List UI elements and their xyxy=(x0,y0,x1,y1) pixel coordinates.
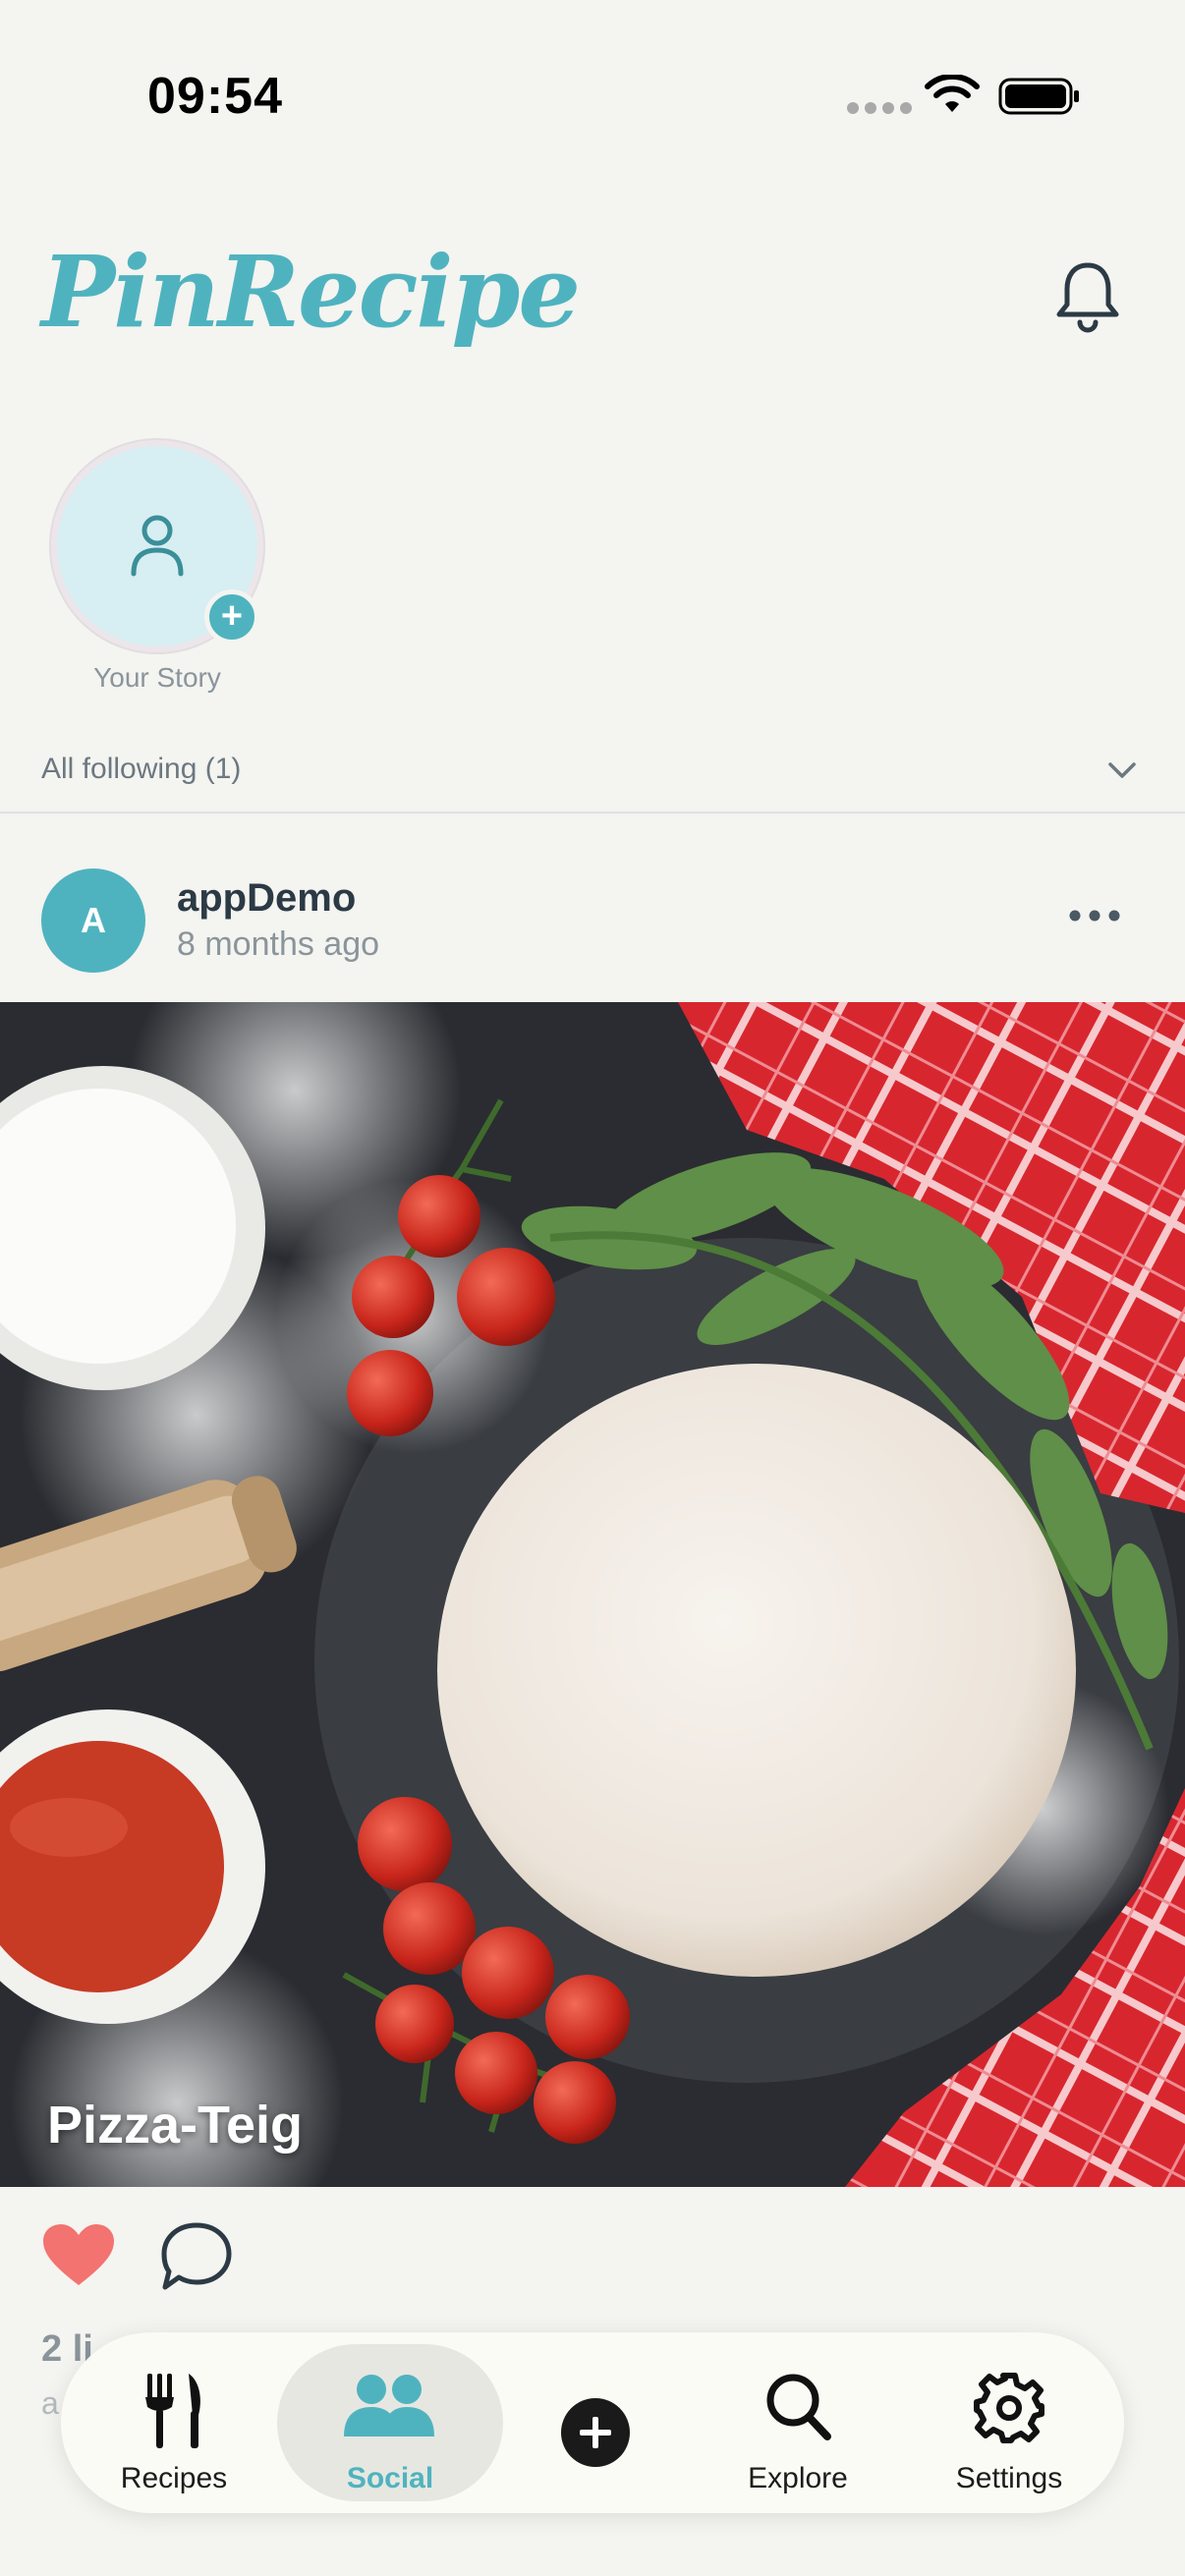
tab-social-label: Social xyxy=(346,2462,434,2494)
post-timestamp: 8 months ago xyxy=(177,925,380,963)
pizza-dough-photo xyxy=(0,1002,1185,2187)
post-header: A appDemo 8 months ago xyxy=(0,855,1185,982)
post-username[interactable]: appDemo xyxy=(177,876,356,921)
post-image[interactable]: Pizza-Teig xyxy=(0,1002,1185,2187)
avatar[interactable]: A xyxy=(41,868,145,973)
person-icon xyxy=(131,515,184,577)
status-time: 09:54 xyxy=(147,68,283,125)
tab-explore-label: Explore xyxy=(748,2462,848,2494)
your-story[interactable]: + Your Story xyxy=(51,440,263,701)
tab-bar: Recipes Social Explore Settings xyxy=(61,2332,1124,2513)
status-bar: 09:54 xyxy=(0,0,1185,187)
plus-circle-icon xyxy=(561,2398,630,2467)
add-story-button[interactable]: + xyxy=(204,589,259,644)
search-icon xyxy=(766,2374,831,2440)
comment-icon[interactable] xyxy=(159,2220,234,2293)
gear-icon xyxy=(974,2373,1044,2443)
signal-icon xyxy=(847,102,912,114)
tab-settings-label: Settings xyxy=(955,2462,1063,2494)
tab-social[interactable]: Social xyxy=(277,2344,503,2501)
chevron-down-icon xyxy=(1108,762,1136,778)
add-post-button[interactable] xyxy=(533,2344,650,2501)
battery-icon xyxy=(998,78,1079,115)
tab-recipes-label: Recipes xyxy=(120,2462,228,2494)
app-logo: PinRecipe xyxy=(41,234,581,350)
tab-settings[interactable]: Settings xyxy=(912,2344,1106,2501)
story-label: Your Story xyxy=(93,662,221,693)
post-image-title: Pizza-Teig xyxy=(47,2096,304,2155)
following-filter[interactable]: All following (1) xyxy=(0,739,1185,813)
wifi-icon xyxy=(925,75,980,112)
fork-knife-icon xyxy=(145,2374,200,2448)
tab-recipes[interactable]: Recipes xyxy=(83,2344,265,2501)
heart-icon[interactable] xyxy=(41,2222,116,2289)
social-feed-screen: 09:54 PinRecipe + Your Story All followi… xyxy=(0,0,1185,2576)
more-icon[interactable] xyxy=(1065,902,1124,929)
people-icon xyxy=(344,2375,434,2436)
bell-icon[interactable] xyxy=(1051,257,1124,336)
tab-explore[interactable]: Explore xyxy=(690,2344,906,2501)
filter-label: All following (1) xyxy=(41,753,242,785)
post-caption: a xyxy=(41,2385,59,2421)
